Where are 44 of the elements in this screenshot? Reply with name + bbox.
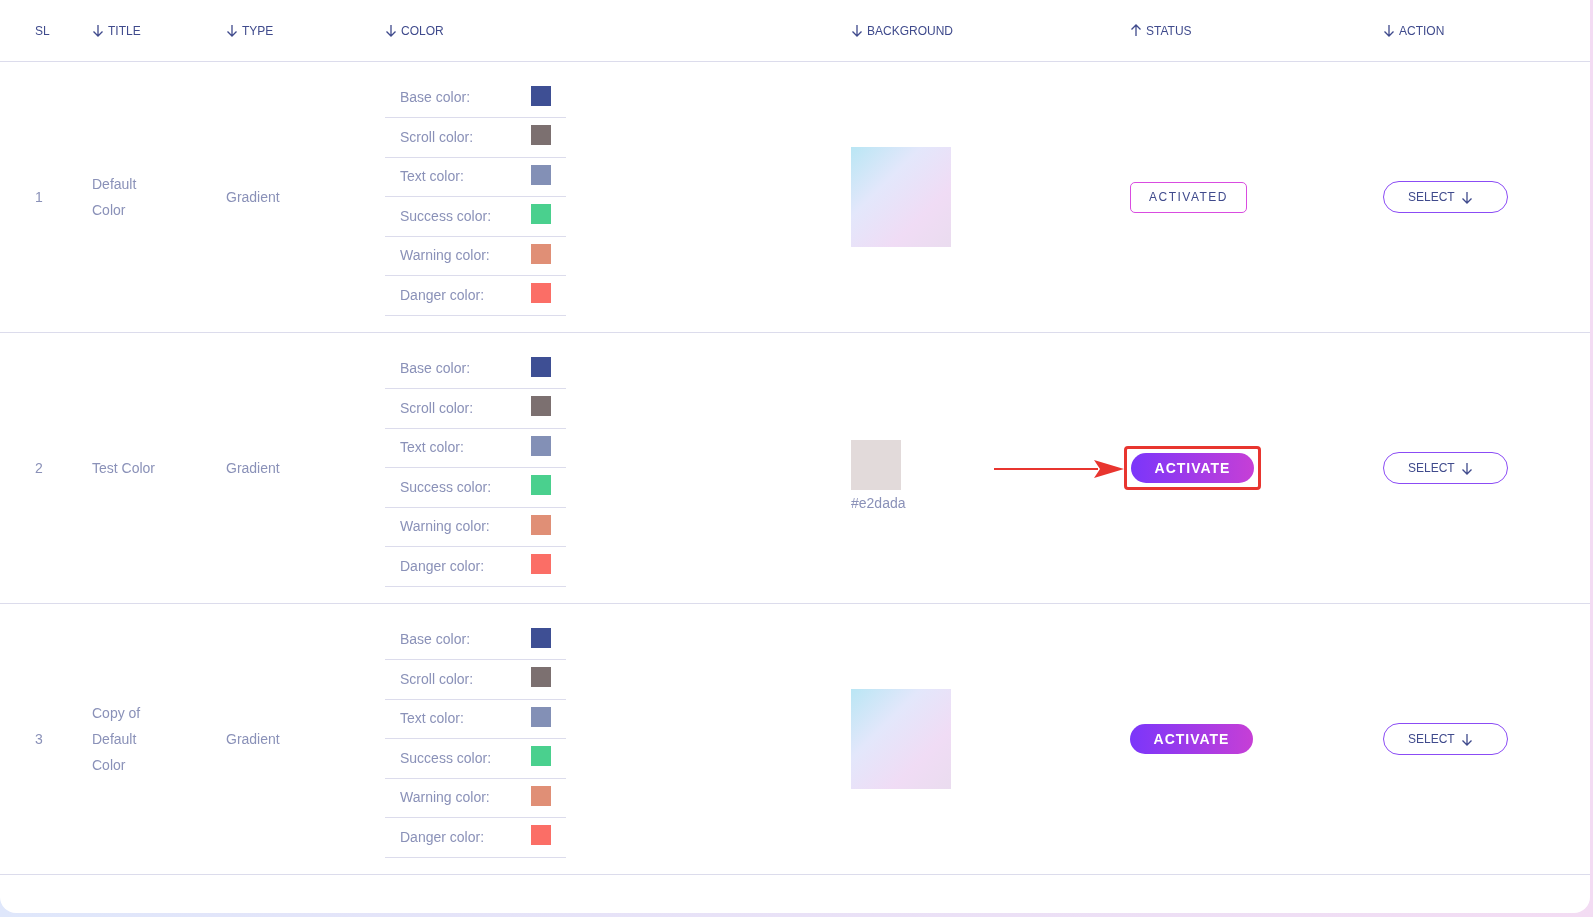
theme-title: Copy of Default Color xyxy=(92,704,142,775)
color-label: Success color: xyxy=(400,748,492,768)
serial-number: 1 xyxy=(35,189,43,205)
column-header[interactable]: TYPE xyxy=(242,21,274,40)
column-header[interactable]: ACTION xyxy=(1399,21,1445,40)
background-code: #e2dada xyxy=(851,494,907,513)
arrow-down-icon xyxy=(1460,461,1473,475)
color-label: Text color: xyxy=(400,438,464,458)
color-label: Warning color: xyxy=(400,517,490,537)
column-header[interactable]: COLOR xyxy=(401,21,444,40)
select-button[interactable]: SELECT xyxy=(1383,723,1508,755)
activate-button[interactable]: ACTIVATE xyxy=(1130,724,1253,754)
color-label: Text color: xyxy=(400,167,464,187)
theme-type: Gradient xyxy=(226,731,280,747)
arrow-down-icon xyxy=(1460,190,1473,204)
color-label: Base color: xyxy=(400,88,471,108)
color-label: Warning color: xyxy=(400,788,490,808)
arrow-down-icon xyxy=(1460,732,1473,746)
color-label: Danger color: xyxy=(400,285,485,305)
color-label: Danger color: xyxy=(400,827,485,847)
color-label: Scroll color: xyxy=(400,127,474,147)
theme-title: Test Color xyxy=(92,459,157,478)
color-label: Success color: xyxy=(400,206,492,226)
theme-type: Gradient xyxy=(226,189,280,205)
serial-number: 2 xyxy=(35,460,43,476)
theme-type: Gradient xyxy=(226,460,280,476)
serial-number: 3 xyxy=(35,731,43,747)
color-label: Base color: xyxy=(400,359,471,379)
column-header[interactable]: BACKGROUND xyxy=(867,21,953,40)
theme-title: Default Color xyxy=(92,175,138,220)
color-label: Warning color: xyxy=(400,246,490,266)
color-label: Danger color: xyxy=(400,556,485,576)
color-label: Text color: xyxy=(400,709,464,729)
select-button[interactable]: SELECT xyxy=(1383,452,1508,484)
color-label: Success color: xyxy=(400,477,492,497)
column-header[interactable]: SL xyxy=(35,21,50,40)
column-header[interactable]: TITLE xyxy=(108,21,141,40)
activate-button[interactable]: ACTIVATE xyxy=(1131,453,1254,483)
select-button[interactable]: SELECT xyxy=(1383,181,1508,213)
activated-badge[interactable]: ACTIVATED xyxy=(1130,181,1247,213)
color-label: Scroll color: xyxy=(400,398,474,418)
color-label: Scroll color: xyxy=(400,669,474,689)
color-label: Base color: xyxy=(400,630,471,650)
column-header[interactable]: STATUS xyxy=(1146,21,1192,40)
